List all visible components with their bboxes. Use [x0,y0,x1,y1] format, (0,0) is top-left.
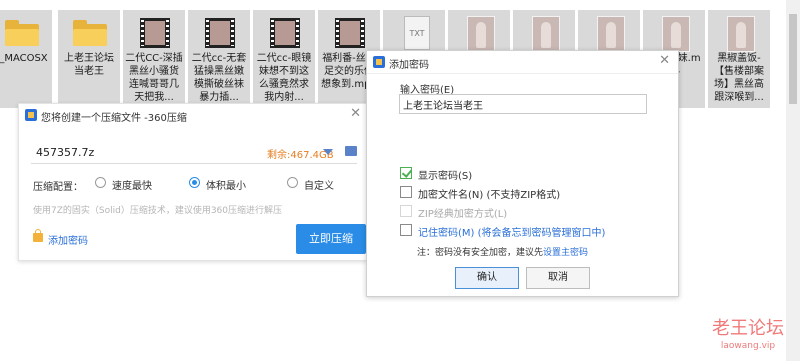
file-tile-video[interactable]: 二代cc-无套猛操黑丝嫩模撕破丝袜暴力插... [188,10,250,108]
compress-now-button[interactable]: 立即压缩 [296,224,366,254]
browse-folder-icon[interactable] [345,146,357,156]
scrollbar-thumb[interactable] [789,14,797,104]
folder-icon [3,16,41,50]
file-name: __MACOSX [0,53,48,64]
file-name: 上老王论坛当老王 [64,53,114,77]
video-icon [331,16,369,50]
checkbox-label: 加密文件名(N) (不支持ZIP格式) [418,190,561,201]
app-360-icon [25,109,37,121]
video-icon [201,16,239,50]
password-field[interactable]: 上老王论坛当老王 [399,94,647,114]
confirm-button[interactable]: 确认 [455,267,519,289]
file-tile-image[interactable]: 黑椒盖饭-【售楼部案场】黑丝高跟深喉到... [708,10,770,108]
file-name: 二代cc-无套猛操黑丝嫩模撕破丝袜暴力插... [191,53,247,103]
chevron-down-icon[interactable] [323,149,333,155]
file-tile-folder[interactable]: 上老王论坛当老王 [58,10,120,108]
dialog-title: 添加密码 [389,60,429,71]
vertical-scrollbar[interactable] [786,0,800,361]
file-tile-video[interactable]: 二代CC-深插黑丝小骚货连喊哥哥几天把我... [123,10,185,108]
app-360-icon [373,56,385,68]
checkbox-checked[interactable] [400,167,412,179]
lock-icon [33,229,43,242]
image-thumbnail-icon [591,16,629,52]
cancel-button[interactable]: 取消 [526,267,590,289]
compress-window: 您将创建一个压缩文件 -360压缩 ✕ 457357.7z 剩余:467.4GB… [18,103,368,261]
checkbox-box[interactable] [400,186,412,198]
add-password-dialog: 添加密码 ✕ 输入密码(E) 上老王论坛当老王 显示密码(S) 加密文件名(N)… [366,50,679,297]
file-name: 黑椒盖饭-【售楼部案场】黑丝高跟深喉到... [714,53,764,103]
radio-label: 自定义 [304,181,334,192]
watermark-url: laowang.vip [720,341,776,351]
dialog-titlebar[interactable]: 添加密码 ✕ [367,51,678,74]
watermark: 老王论坛 laowang.vip [712,318,784,352]
video-icon [136,16,174,50]
radio-circle[interactable] [95,177,106,188]
add-password-label[interactable]: 添加密码 [48,232,88,247]
radio-circle[interactable] [287,177,298,188]
radio-label: 体积最小 [206,181,246,192]
image-thumbnail-icon [721,16,759,52]
file-name: 二代cc-眼镜妹想不到这么骚竟然求我内射... [256,53,312,103]
archive-path-field[interactable]: 457357.7z 剩余:467.4GB [31,142,357,164]
txt-file-icon: TXT [396,16,434,50]
video-icon [266,16,304,50]
compression-tip: 使用7Z的固实（Solid）压缩技术，建议使用360压缩进行解压 [33,206,283,216]
file-name: 二代CC-深插黑丝小骚货连喊哥哥几天把我... [125,53,183,103]
radio-circle-selected[interactable] [189,177,200,188]
checkbox-box[interactable] [400,224,412,236]
image-thumbnail-icon [656,16,694,52]
file-tile-video[interactable]: 二代cc-眼镜妹想不到这么骚竟然求我内射... [253,10,315,108]
image-thumbnail-icon [526,16,564,52]
image-thumbnail-icon [461,16,499,52]
security-note: 注：密码没有安全加密，建议先设置主密码 [417,245,588,258]
close-icon[interactable]: ✕ [659,53,670,68]
set-master-password-link[interactable]: 设置主密码 [543,248,588,258]
file-tile-macosx[interactable]: __MACOSX [0,10,52,108]
checkbox-label: 记住密码(M) (将会备忘到密码管理窗口中) [418,228,606,239]
archive-filename[interactable]: 457357.7z [36,146,94,159]
checkbox-disabled [400,205,412,217]
watermark-title: 老王论坛 [712,318,784,339]
txt-badge: TXT [409,29,425,38]
note-text: 注：密码没有安全加密，建议先 [417,248,544,258]
config-label: 压缩配置： [33,182,83,193]
compress-window-title: 您将创建一个压缩文件 -360压缩 [41,113,187,124]
close-icon[interactable]: ✕ [350,106,361,121]
folder-icon [71,16,109,50]
radio-label: 速度最快 [112,181,152,192]
checkbox-label: ZIP经典加密方式(L) [418,209,508,220]
checkbox-label: 显示密码(S) [418,171,473,182]
compress-titlebar[interactable]: 您将创建一个压缩文件 -360压缩 ✕ [19,104,367,126]
